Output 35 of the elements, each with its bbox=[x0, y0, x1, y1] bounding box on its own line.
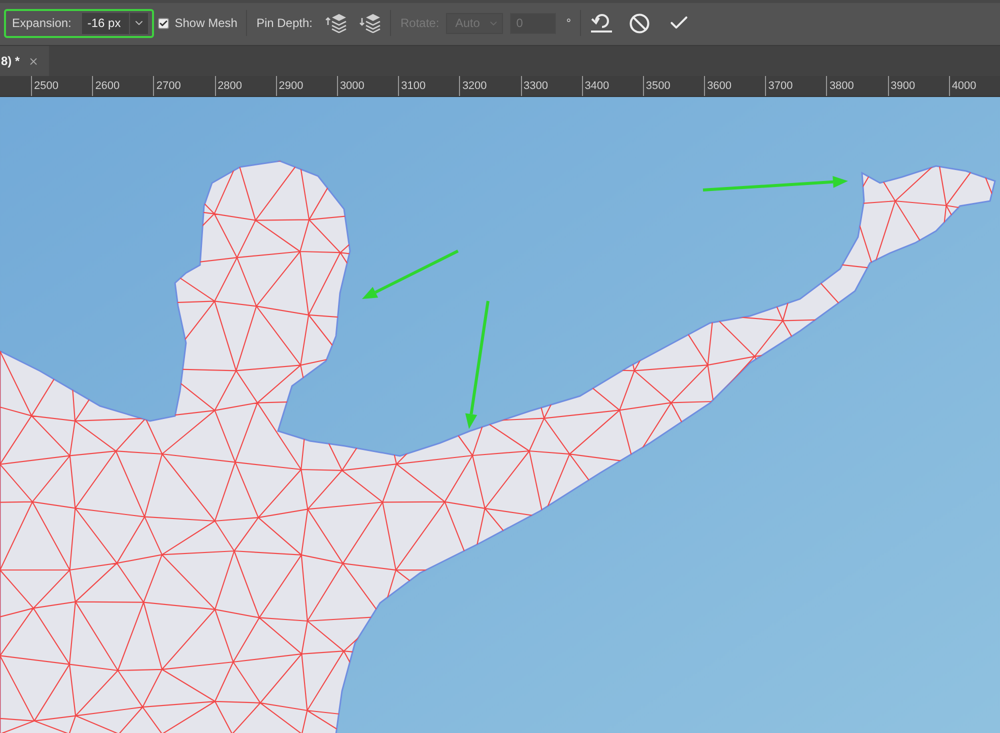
pin-depth-label: Pin Depth: bbox=[256, 16, 312, 30]
expansion-dropdown-button[interactable] bbox=[130, 12, 148, 34]
pin-forward-button[interactable] bbox=[325, 13, 348, 33]
show-mesh-label: Show Mesh bbox=[174, 16, 238, 30]
degree-unit: ° bbox=[566, 16, 571, 30]
document-tab[interactable]: 8) * bbox=[0, 46, 49, 76]
ruler-label: 3400 bbox=[582, 76, 643, 96]
ruler-label: 2600 bbox=[92, 76, 154, 96]
ruler-label: 3100 bbox=[398, 76, 460, 96]
ruler-label: 2700 bbox=[153, 76, 215, 96]
pin-backward-button[interactable] bbox=[359, 13, 382, 33]
close-tab-button[interactable] bbox=[28, 56, 39, 66]
layers-up-icon bbox=[325, 13, 348, 33]
ruler-label: 3200 bbox=[459, 76, 520, 96]
cancel-icon bbox=[629, 12, 650, 34]
layers-down-icon bbox=[359, 13, 382, 33]
ruler-label: 3700 bbox=[765, 76, 826, 96]
ruler-label: 3300 bbox=[520, 76, 582, 96]
reset-button[interactable] bbox=[590, 13, 613, 33]
ruler-label: 4000 bbox=[948, 76, 1000, 96]
reset-icon bbox=[590, 13, 613, 33]
close-icon bbox=[28, 56, 39, 66]
ruler-label: 3600 bbox=[704, 76, 766, 96]
ruler-label: 2500 bbox=[31, 76, 92, 96]
ruler-label: 2800 bbox=[214, 76, 276, 96]
check-icon bbox=[158, 18, 168, 28]
ruler-label: 3000 bbox=[336, 76, 398, 96]
ruler-label: 3800 bbox=[826, 76, 888, 96]
ruler-label: 3500 bbox=[642, 76, 704, 96]
cancel-button[interactable] bbox=[629, 12, 650, 34]
expansion-field[interactable]: -16 px bbox=[82, 12, 129, 34]
show-mesh-checkbox[interactable] bbox=[158, 18, 169, 28]
ruler-label: 2900 bbox=[276, 76, 337, 96]
ruler-label: 3900 bbox=[888, 76, 949, 96]
expansion-label: Expansion: bbox=[12, 16, 72, 30]
